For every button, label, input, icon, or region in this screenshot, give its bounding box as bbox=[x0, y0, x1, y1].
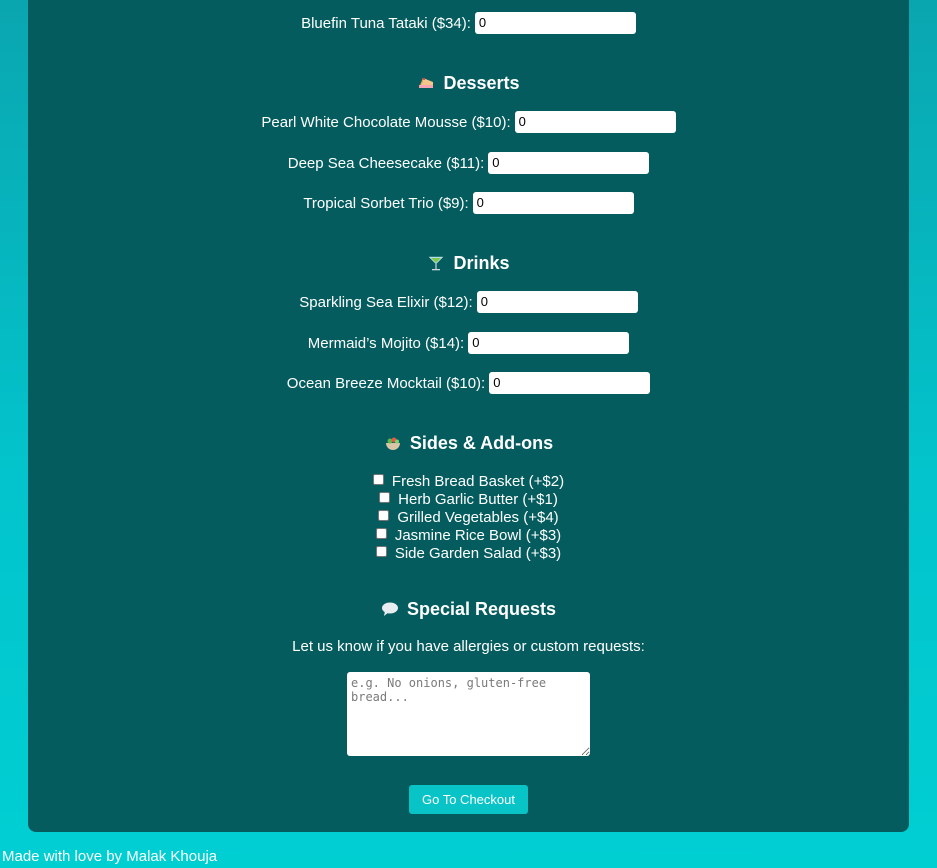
quantity-input[interactable] bbox=[476, 291, 638, 313]
menu-item-row: Tropical Sorbet Trio ($9): bbox=[0, 192, 937, 214]
menu-item-row: Mermaid’s Mojito ($14): bbox=[0, 332, 937, 354]
menu-item-row: Sparkling Sea Elixir ($12): bbox=[0, 291, 937, 313]
section-heading-requests: Special Requests bbox=[0, 598, 937, 620]
menu-item-label: Tropical Sorbet Trio ($9): bbox=[303, 194, 469, 212]
menu-item-row: Bluefin Tuna Tataki ($34): bbox=[0, 12, 937, 34]
checkout-button[interactable]: Go To Checkout bbox=[409, 785, 528, 814]
salad-icon bbox=[384, 434, 402, 452]
addon-checkbox[interactable] bbox=[378, 509, 390, 521]
addon-option[interactable]: Fresh Bread Basket (+$2) bbox=[0, 472, 937, 490]
addon-label: Fresh Bread Basket (+$2) bbox=[391, 472, 565, 490]
addon-checkbox[interactable] bbox=[375, 527, 387, 539]
menu-item-label: Sparkling Sea Elixir ($12): bbox=[299, 293, 473, 311]
section-heading-sides: Sides & Add-ons bbox=[0, 432, 937, 454]
addon-checkbox[interactable] bbox=[375, 545, 387, 557]
menu-item-row: Deep Sea Cheesecake ($11): bbox=[0, 152, 937, 174]
quantity-input[interactable] bbox=[489, 372, 651, 394]
quantity-input[interactable] bbox=[468, 332, 630, 354]
requests-prompt: Let us know if you have allergies or cus… bbox=[292, 638, 645, 655]
quantity-input[interactable] bbox=[474, 12, 636, 34]
addon-option[interactable]: Side Garden Salad (+$3) bbox=[0, 544, 937, 562]
menu-item-row: Ocean Breeze Mocktail ($10): bbox=[0, 372, 937, 394]
addon-option[interactable]: Grilled Vegetables (+$4) bbox=[0, 508, 937, 526]
section-title: Sides & Add-ons bbox=[409, 432, 554, 453]
menu-item-label: Pearl White Chocolate Mousse ($10): bbox=[261, 113, 511, 131]
menu-item-label: Mermaid’s Mojito ($14): bbox=[307, 334, 465, 352]
addon-label: Side Garden Salad (+$3) bbox=[394, 544, 562, 562]
section-title: Special Requests bbox=[406, 598, 557, 619]
addon-label: Herb Garlic Butter (+$1) bbox=[398, 490, 558, 508]
special-requests-textarea[interactable] bbox=[347, 672, 590, 756]
cake-icon bbox=[417, 74, 435, 92]
cocktail-icon bbox=[427, 254, 445, 272]
section-title: Drinks bbox=[453, 252, 510, 273]
addon-option[interactable]: Jasmine Rice Bowl (+$3) bbox=[0, 526, 937, 544]
addon-checkbox[interactable] bbox=[379, 491, 391, 503]
speech-bubble-icon bbox=[381, 600, 399, 618]
addon-option[interactable]: Herb Garlic Butter (+$1) bbox=[0, 490, 937, 508]
quantity-input[interactable] bbox=[514, 111, 676, 133]
section-heading-desserts: Desserts bbox=[0, 72, 937, 94]
addon-checkbox[interactable] bbox=[372, 473, 384, 485]
menu-item-label: Deep Sea Cheesecake ($11): bbox=[287, 154, 485, 172]
addon-label: Grilled Vegetables (+$4) bbox=[397, 508, 559, 526]
menu-item-label: Bluefin Tuna Tataki ($34): bbox=[301, 14, 471, 32]
footer-credit: Made with love by Malak Khouja bbox=[2, 848, 218, 865]
quantity-input[interactable] bbox=[472, 192, 634, 214]
section-title: Desserts bbox=[443, 72, 520, 93]
section-heading-drinks: Drinks bbox=[0, 252, 937, 274]
menu-item-row: Pearl White Chocolate Mousse ($10): bbox=[0, 111, 937, 133]
menu-item-label: Ocean Breeze Mocktail ($10): bbox=[286, 374, 486, 392]
quantity-input[interactable] bbox=[488, 152, 650, 174]
addon-label: Jasmine Rice Bowl (+$3) bbox=[394, 526, 562, 544]
